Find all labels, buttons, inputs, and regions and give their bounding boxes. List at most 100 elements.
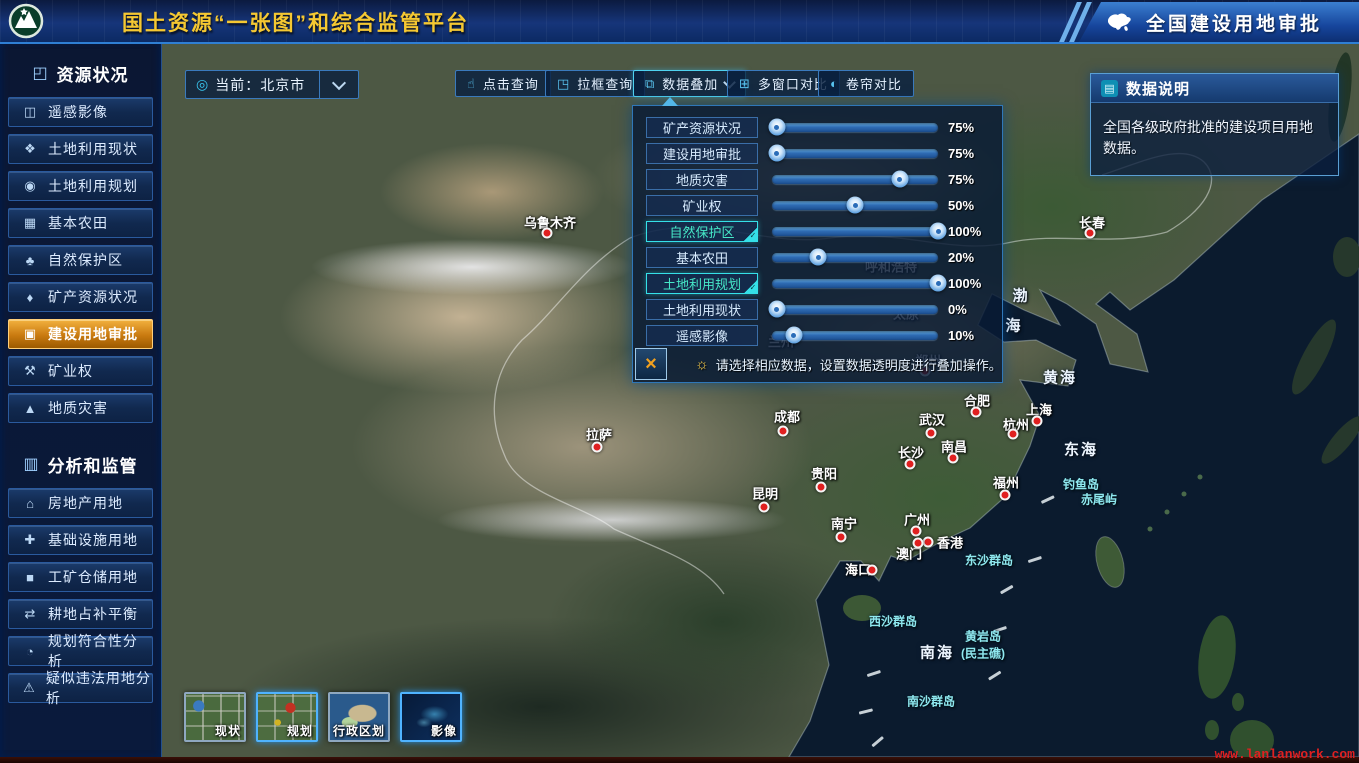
sidebar-item-label: 规划符合性分析 [48, 631, 152, 671]
basemap-thumbnail[interactable]: 现状 [184, 692, 246, 742]
sidebar-item[interactable]: ▣ 建设用地审批 [8, 319, 153, 349]
sidebar-item-icon: ⚠ [21, 680, 37, 696]
opacity-slider-thumb[interactable] [768, 145, 785, 162]
sidebar-item-label: 自然保护区 [48, 250, 123, 270]
layer-select-button[interactable]: 矿业权 [646, 195, 758, 216]
sidebar-item[interactable]: ⚒ 矿业权 [8, 356, 153, 386]
sidebar-section-resources: ◰ 资源状况 [0, 56, 161, 90]
toolbar-button-icon: ⊞ [739, 76, 751, 92]
sidebar-item-icon: ♣ [21, 253, 39, 268]
china-map-icon [1104, 11, 1134, 33]
sidebar-item[interactable]: ♦ 矿产资源状况 [8, 282, 153, 312]
overlay-layer-row: 自然保护区 100% [633, 218, 1002, 244]
layer-select-button[interactable]: 自然保护区 [646, 221, 758, 242]
toolbar-button[interactable]: ◐ 卷帘对比 [818, 70, 914, 97]
layer-select-button[interactable]: 地质灾害 [646, 169, 758, 190]
toolbar-button-icon: ◳ [557, 76, 570, 92]
opacity-slider-track[interactable] [772, 201, 938, 210]
module-banner-label: 全国建设用地审批 [1146, 9, 1322, 36]
opacity-slider-track[interactable] [772, 331, 938, 340]
app-title: 国土资源“一张图”和综合监管平台 [122, 7, 469, 37]
sidebar-item-label: 建设用地审批 [48, 324, 138, 344]
chevron-down-icon[interactable] [332, 76, 346, 90]
layer-select-button[interactable]: 基本农田 [646, 247, 758, 268]
opacity-value: 75% [948, 172, 992, 187]
sidebar-item-icon: ▦ [21, 215, 39, 231]
opacity-value: 0% [948, 302, 992, 317]
toolbar-button-label: 卷帘对比 [846, 74, 902, 93]
app-header: 国土资源“一张图”和综合监管平台 全国建设用地审批 [0, 0, 1359, 44]
overlay-hint-text: 请选择相应数据，设置数据透明度进行叠加操作。 [716, 355, 1002, 374]
sidebar-item[interactable]: ◔ 规划符合性分析 [8, 636, 153, 666]
overlay-layer-row: 基本农田 20% [633, 244, 1002, 270]
sidebar-item-icon: ◔ [21, 644, 39, 659]
sidebar-item[interactable]: ✚ 基础设施用地 [8, 525, 153, 555]
sidebar-item-label: 耕地占补平衡 [48, 604, 138, 624]
sidebar-section-title: 分析和监管 [48, 452, 138, 477]
sidebar-item[interactable]: ◉ 土地利用规划 [8, 171, 153, 201]
opacity-slider-thumb[interactable] [891, 171, 908, 188]
opacity-slider-track[interactable] [772, 279, 938, 288]
toolbar-button-label: 数据叠加 [662, 74, 718, 93]
panel-caret [662, 97, 678, 106]
sidebar-item[interactable]: ♣ 自然保护区 [8, 245, 153, 275]
toolbar-button[interactable]: ◳ 拉框查询 [545, 70, 645, 97]
opacity-slider-track[interactable] [772, 253, 938, 262]
watermark: www.lanlanwork.com [1215, 747, 1355, 762]
sidebar-item[interactable]: ⌂ 房地产用地 [8, 488, 153, 518]
toolbar-button-label: 点击查询 [483, 74, 539, 93]
location-selector[interactable]: ◎ 当前：北京市 [185, 70, 359, 99]
layer-select-button[interactable]: 土地利用规划 [646, 273, 758, 294]
map-canvas[interactable]: 乌鲁木齐 长春 呼和浩特 太原 兰州 郑州 拉萨 成都 武汉 合肥 上海 杭州 … [162, 42, 1359, 757]
module-banner[interactable]: 全国建设用地审批 [1067, 2, 1359, 42]
toolbar-button[interactable]: ☝ 点击查询 [455, 70, 551, 97]
sidebar-item[interactable]: ❖ 土地利用现状 [8, 134, 153, 164]
app-logo-icon [8, 3, 44, 39]
close-panel-button[interactable]: × [635, 348, 667, 380]
opacity-slider-track[interactable] [772, 305, 938, 314]
overlay-layer-row: 地质灾害 75% [633, 166, 1002, 192]
layer-select-button[interactable]: 矿产资源状况 [646, 117, 758, 138]
sidebar-item[interactable]: ⚠ 疑似违法用地分析 [8, 673, 153, 703]
sidebar-item[interactable]: ▦ 基本农田 [8, 208, 153, 238]
data-description-body: 全国各级政府批准的建设项目用地数据。 [1091, 103, 1338, 175]
opacity-slider-track[interactable] [772, 123, 938, 132]
layer-select-button[interactable]: 土地利用现状 [646, 299, 758, 320]
sidebar-item[interactable]: ◫ 遥感影像 [8, 97, 153, 127]
sidebar-item-icon: ⚒ [21, 363, 39, 379]
sidebar-item-label: 土地利用现状 [48, 139, 138, 159]
data-overlay-panel: 矿产资源状况 75% 建设用地审批 75% 地质灾害 75% 矿业权 50% 自… [632, 105, 1003, 383]
opacity-slider-track[interactable] [772, 149, 938, 158]
opacity-slider-thumb[interactable] [768, 301, 785, 318]
divider [319, 71, 320, 98]
opacity-slider-thumb[interactable] [768, 119, 785, 136]
overlay-layer-row: 建设用地审批 75% [633, 140, 1002, 166]
basemap-thumbnail[interactable]: 影像 [400, 692, 462, 742]
sidebar-item-icon: ⌂ [21, 496, 39, 511]
layer-select-button[interactable]: 遥感影像 [646, 325, 758, 346]
basemap-thumbnail[interactable]: 行政区划 [328, 692, 390, 742]
opacity-slider-track[interactable] [772, 175, 938, 184]
overlay-layer-row: 矿业权 50% [633, 192, 1002, 218]
opacity-value: 100% [948, 276, 992, 291]
sidebar-item-icon: ⇄ [21, 606, 39, 622]
sidebar-section-title: 资源状况 [57, 61, 129, 86]
opacity-value: 100% [948, 224, 992, 239]
opacity-slider-thumb[interactable] [930, 275, 947, 292]
opacity-value: 75% [948, 120, 992, 135]
opacity-value: 50% [948, 198, 992, 213]
opacity-slider-thumb[interactable] [930, 223, 947, 240]
bottom-strip [0, 757, 1359, 763]
sidebar-item-icon: ✚ [21, 532, 39, 548]
opacity-slider-thumb[interactable] [847, 197, 864, 214]
sidebar-item-label: 疑似违法用地分析 [46, 668, 152, 708]
opacity-slider-thumb[interactable] [785, 327, 802, 344]
sidebar-item[interactable]: ■ 工矿仓储用地 [8, 562, 153, 592]
sidebar-item[interactable]: ▲ 地质灾害 [8, 393, 153, 423]
opacity-slider-thumb[interactable] [810, 249, 827, 266]
opacity-slider-track[interactable] [772, 227, 938, 236]
layer-select-button[interactable]: 建设用地审批 [646, 143, 758, 164]
sidebar-item-icon: ■ [21, 570, 39, 585]
sidebar-item[interactable]: ⇄ 耕地占补平衡 [8, 599, 153, 629]
basemap-thumbnail[interactable]: 规划 [256, 692, 318, 742]
